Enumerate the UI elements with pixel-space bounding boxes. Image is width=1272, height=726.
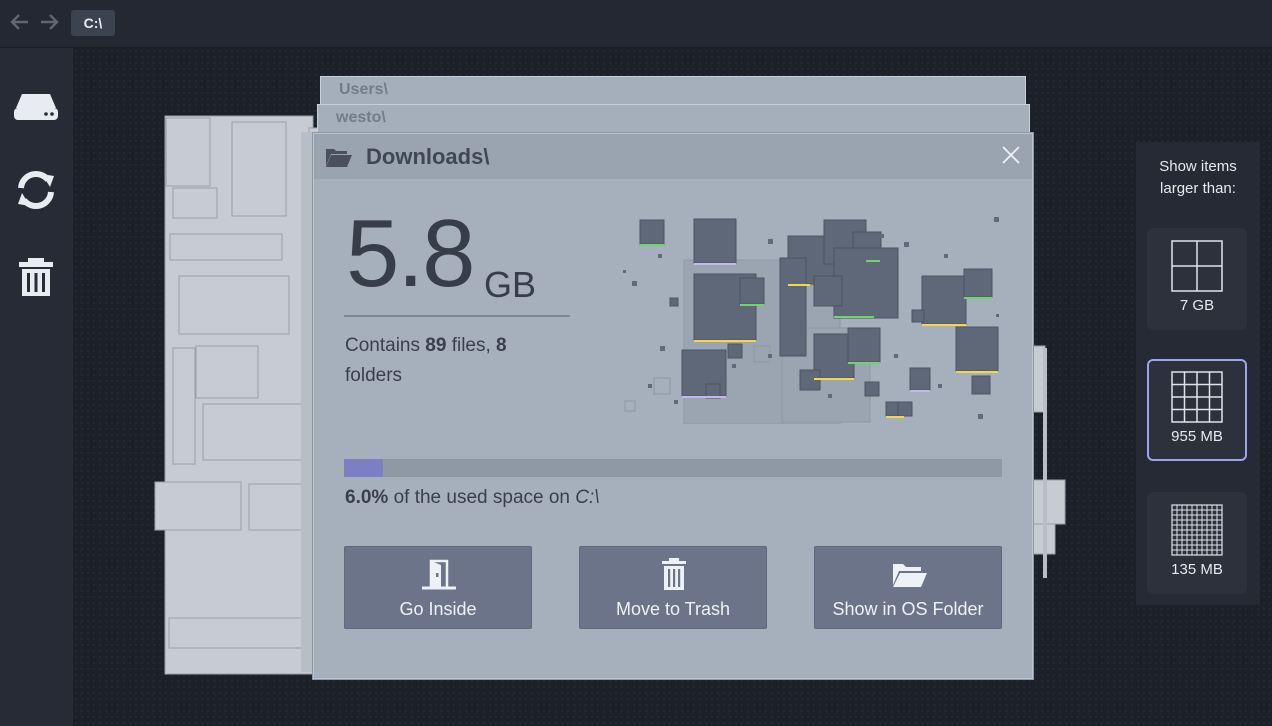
trash-icon [662, 558, 686, 590]
go-inside-button[interactable]: Go Inside [344, 546, 532, 629]
left-sidebar [0, 48, 73, 726]
back-arrow-icon[interactable] [8, 10, 32, 34]
move-to-trash-button[interactable]: Move to Trash [579, 546, 767, 629]
top-bar: C:\ [0, 0, 1272, 48]
grid-2x2-icon [1171, 240, 1223, 292]
folder-count: 8 [496, 335, 507, 356]
file-count: 89 [425, 335, 447, 356]
dialog-header: Downloads\ [314, 134, 1032, 179]
size-filter-option-955mb[interactable]: 955 MB [1147, 359, 1247, 461]
size-filter-panel: Show items larger than: 7 GB 955 MB 135 M… [1136, 142, 1260, 605]
go-inside-label: Go Inside [399, 599, 477, 619]
current-path-chip[interactable]: C:\ [71, 10, 115, 36]
close-icon[interactable] [1000, 144, 1022, 166]
folder-contents-minimap [623, 217, 999, 424]
move-to-trash-label: Move to Trash [615, 599, 731, 619]
folder-open-icon [326, 149, 352, 167]
size-filter-label: 955 MB [1171, 428, 1223, 445]
folder-contents-summary: Contains 89 files, 8 folders [345, 335, 507, 386]
size-filter-option-7gb[interactable]: 7 GB [1147, 228, 1247, 330]
size-filter-label: 7 GB [1179, 297, 1215, 314]
show-in-os-folder-label: Show in OS Folder [832, 599, 984, 619]
size-filter-label: 135 MB [1171, 561, 1223, 578]
drive-button[interactable] [12, 80, 60, 128]
usage-percent: 6.0% [345, 487, 389, 508]
size-divider [344, 315, 570, 317]
trash-icon [19, 258, 53, 296]
size-filter-title: Show items larger than: [1159, 158, 1237, 197]
trash-sidebar-button[interactable] [12, 254, 60, 302]
grid-4x4-icon [1171, 371, 1223, 423]
folder-size-value: 5.8 [346, 200, 475, 307]
refresh-icon [18, 171, 54, 209]
parent-folder-tab-westo[interactable]: westo\ [317, 104, 1030, 134]
drive-name: C:\ [575, 487, 600, 508]
usage-summary: 6.0% of the used space on C:\ [345, 487, 600, 508]
drive-icon [14, 94, 58, 120]
parent-folder-label: Users\ [339, 81, 388, 98]
size-filter-option-135mb[interactable]: 135 MB [1147, 492, 1247, 594]
folder-details-dialog: Downloads\ 5.8 GB Contains 89 files, 8 fo… [313, 133, 1033, 679]
refresh-button[interactable] [12, 166, 60, 214]
show-in-os-folder-button[interactable]: Show in OS Folder [814, 546, 1002, 629]
grid-10x10-icon [1171, 504, 1223, 556]
door-enter-icon [422, 559, 456, 590]
folder-size-unit: GB [484, 264, 537, 305]
forward-arrow-icon[interactable] [37, 10, 61, 34]
parent-folder-label: westo\ [336, 109, 386, 126]
dialog-title: Downloads\ [366, 144, 490, 169]
usage-progress-bar [344, 459, 1002, 477]
parent-folder-tab-users[interactable]: Users\ [320, 76, 1026, 106]
folder-open-icon [893, 564, 927, 587]
usage-progress-fill [344, 459, 384, 477]
